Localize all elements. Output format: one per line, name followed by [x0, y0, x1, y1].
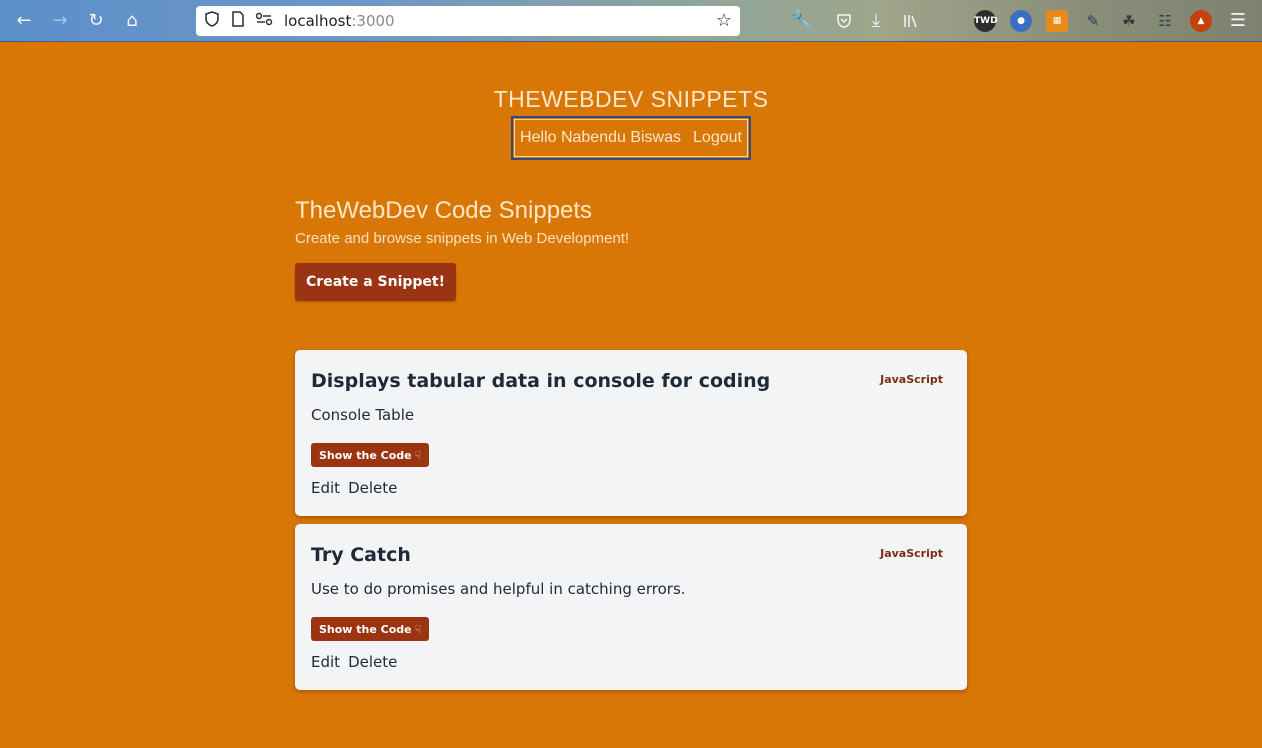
bookmark-star-icon[interactable]: ☆ — [714, 11, 734, 31]
pointing-down-hand-icon: ☟ — [414, 622, 422, 636]
snippet-title: Displays tabular data in console for cod… — [311, 370, 771, 392]
url-host: localhost — [284, 12, 352, 30]
page-subtitle: Create and browse snippets in Web Develo… — [295, 230, 630, 247]
show-code-button[interactable]: Show the Code ☟ — [311, 443, 430, 467]
edit-link[interactable]: Edit — [311, 653, 340, 671]
leaf-extension-icon[interactable]: ☘ — [1118, 10, 1140, 32]
site-title[interactable]: THEWEBDEV SNIPPETS — [0, 86, 1262, 113]
menu-icon[interactable]: ☰ — [1226, 9, 1250, 33]
delete-link[interactable]: Delete — [348, 479, 397, 497]
show-code-label: Show the Code — [319, 448, 412, 462]
notes-extension-icon[interactable]: ✎ — [1082, 10, 1104, 32]
page-title: TheWebDev Code Snippets — [295, 197, 593, 224]
user-nav: Hello Nabendu Biswas Logout — [511, 116, 751, 160]
wrench-icon[interactable]: 🔧 — [790, 9, 814, 33]
browser-toolbar: ← → ↻ ⌂ localhost:3000 ☆ 🔧 ⤓ TWD ● ▦ ✎ ☘… — [0, 0, 1262, 42]
create-snippet-button[interactable]: Create a Snippet! — [295, 263, 456, 301]
show-code-button[interactable]: Show the Code ☟ — [311, 617, 430, 641]
user-greeting: Hello Nabendu Biswas — [520, 129, 682, 146]
fox-extension-icon[interactable]: ▲ — [1190, 10, 1212, 32]
shield-icon[interactable] — [202, 11, 222, 31]
forward-arrow-icon[interactable]: → — [48, 9, 72, 33]
snippet-actions: Edit Delete — [311, 653, 397, 671]
edit-link[interactable]: Edit — [311, 479, 340, 497]
delete-link[interactable]: Delete — [348, 653, 397, 671]
language-tag: JavaScript — [880, 547, 943, 560]
page-icon[interactable] — [228, 11, 248, 31]
url-bar[interactable]: localhost:3000 ☆ — [196, 6, 740, 36]
pointing-down-hand-icon: ☟ — [414, 448, 422, 462]
permissions-icon[interactable] — [254, 11, 274, 31]
home-icon[interactable]: ⌂ — [120, 9, 144, 33]
snippet-description: Use to do promises and helpful in catchi… — [311, 580, 686, 598]
grid-extension-icon[interactable]: ▦ — [1046, 10, 1068, 32]
back-arrow-icon[interactable]: ← — [12, 9, 36, 33]
snippet-description: Console Table — [311, 406, 415, 424]
logout-link[interactable]: Logout — [693, 129, 742, 147]
url-port: :3000 — [351, 12, 395, 30]
library-icon[interactable] — [898, 9, 922, 33]
snippet-card: Displays tabular data in console for cod… — [295, 350, 967, 516]
snippet-card: Try Catch JavaScript Use to do promises … — [295, 524, 967, 690]
reload-icon[interactable]: ↻ — [84, 9, 108, 33]
twd-extension-icon[interactable]: TWD — [974, 10, 998, 32]
snippet-title: Try Catch — [311, 544, 411, 566]
globe-extension-icon[interactable]: ● — [1010, 10, 1032, 32]
download-icon[interactable]: ⤓ — [864, 9, 888, 33]
language-tag: JavaScript — [880, 373, 943, 386]
show-code-label: Show the Code — [319, 622, 412, 636]
translate-extension-icon[interactable]: ☷ — [1154, 10, 1176, 32]
url-text[interactable]: localhost:3000 — [284, 12, 395, 30]
snippet-actions: Edit Delete — [311, 479, 397, 497]
pocket-icon[interactable] — [832, 9, 856, 33]
